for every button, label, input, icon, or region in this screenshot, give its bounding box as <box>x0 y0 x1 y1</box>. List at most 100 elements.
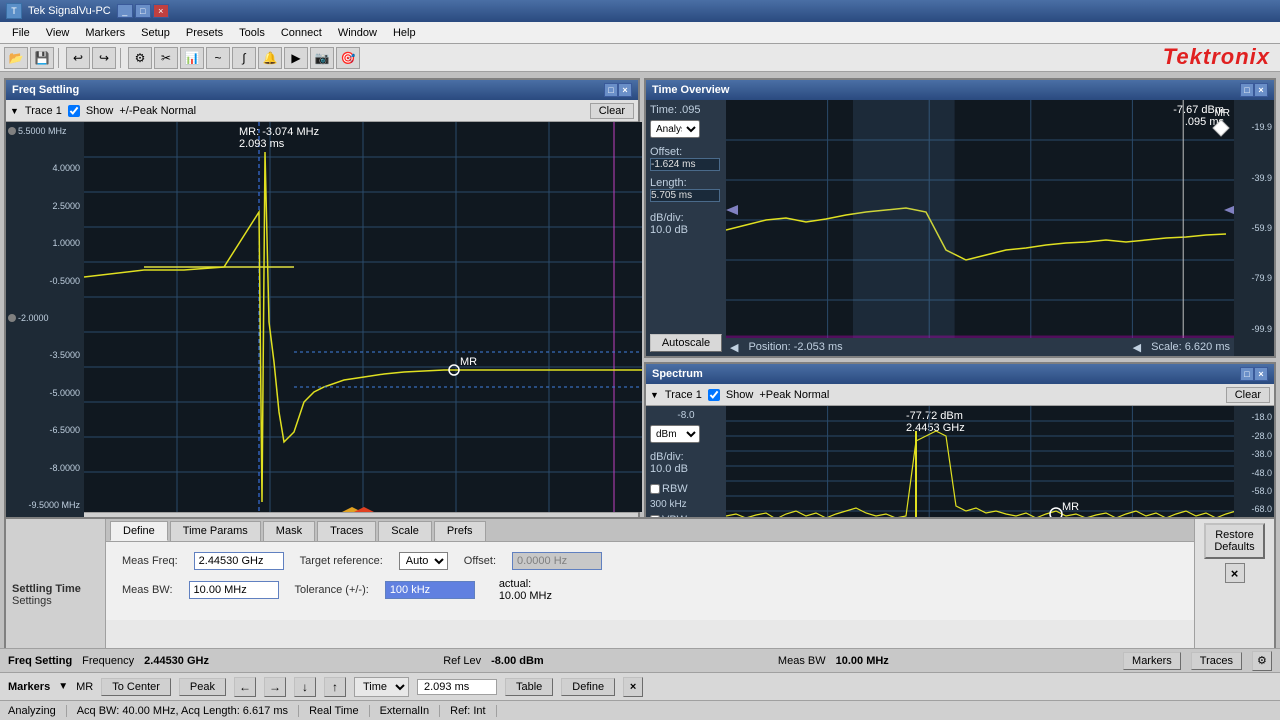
spectrum-clear-button[interactable]: Clear <box>1226 387 1270 403</box>
y-label-9: -6.5000 <box>8 425 82 435</box>
marker-time-select[interactable]: Time <box>354 677 409 697</box>
menu-presets[interactable]: Presets <box>178 25 231 41</box>
menu-tools[interactable]: Tools <box>231 25 273 41</box>
menu-markers[interactable]: Markers <box>77 25 133 41</box>
tab-scale[interactable]: Scale <box>378 521 432 541</box>
markers-expand-icon[interactable]: ▼ <box>58 681 68 692</box>
marker-define-button[interactable]: Define <box>561 678 615 696</box>
freq-settling-close-btn[interactable]: × <box>618 83 632 97</box>
freq-chart-toolbar: ▼ Trace 1 Show +/-Peak Normal Clear <box>6 100 638 122</box>
time-label: Time: <box>650 104 677 116</box>
tab-traces[interactable]: Traces <box>317 521 376 541</box>
settings-btn[interactable]: ⚙ <box>128 47 152 69</box>
real-time-label: Real Time <box>309 705 359 717</box>
db-div-val: 10.0 dB <box>650 224 722 236</box>
nav-up-button[interactable]: ↑ <box>324 677 346 697</box>
y-label-bottom: -9.5000 MHz <box>8 500 82 510</box>
nav-left-button[interactable]: ← <box>234 677 256 697</box>
redo-btn[interactable]: ↪ <box>92 47 116 69</box>
freq-gear-button[interactable]: ⚙ <box>1252 651 1272 671</box>
analysis-select[interactable]: Analysis <box>650 120 700 138</box>
spectrum-title: Spectrum <box>652 368 1240 380</box>
target-ref-select[interactable]: Auto <box>399 552 448 570</box>
menu-help[interactable]: Help <box>385 25 424 41</box>
save-btn[interactable]: 💾 <box>30 47 54 69</box>
bell-btn[interactable]: 🔔 <box>258 47 282 69</box>
restore-defaults-button[interactable]: RestoreDefaults <box>1204 523 1264 559</box>
chart-btn[interactable]: 📊 <box>180 47 204 69</box>
tab-mask[interactable]: Mask <box>263 521 315 541</box>
tab-time-params[interactable]: Time Params <box>170 521 261 541</box>
spectrum-trace1-label: Trace 1 <box>665 389 702 401</box>
marker-close-button[interactable]: × <box>623 677 643 697</box>
y-label-4: 1.0000 <box>8 238 82 248</box>
tab-define[interactable]: Define <box>110 521 168 541</box>
time-overview-restore-btn[interactable]: □ <box>1240 83 1254 97</box>
time-overview-svg <box>726 100 1234 356</box>
spectrum-show-checkbox[interactable] <box>708 389 720 401</box>
minimize-button[interactable]: _ <box>117 4 133 18</box>
to-center-button[interactable]: To Center <box>101 678 171 696</box>
rbw-checkbox[interactable] <box>650 484 660 494</box>
spectrum-restore-btn[interactable]: □ <box>1240 367 1254 381</box>
freq-markers-button[interactable]: Markers <box>1123 652 1181 670</box>
settings-close-button[interactable]: × <box>1225 563 1245 583</box>
menubar: File View Markers Setup Presets Tools Co… <box>0 22 1280 44</box>
real-time-segment: Real Time <box>309 705 370 717</box>
meas-bw-input[interactable] <box>189 581 279 599</box>
menu-file[interactable]: File <box>4 25 38 41</box>
acq-info-segment: Acq BW: 40.00 MHz, Acq Length: 6.617 ms <box>77 705 299 717</box>
time-overview-close-btn[interactable]: × <box>1254 83 1268 97</box>
freq-val: 2.44530 GHz <box>144 655 209 667</box>
length-input[interactable] <box>650 189 720 202</box>
menu-setup[interactable]: Setup <box>133 25 178 41</box>
show-checkbox[interactable] <box>68 105 80 117</box>
time-y-4: -79.9 <box>1236 273 1272 283</box>
time-overview-panel: Time Overview □ × Time: .095 Analysis Of… <box>644 78 1276 358</box>
nav-right-button[interactable]: → <box>264 677 286 697</box>
settings-tabs: Define Time Params Mask Traces Scale Pre… <box>106 519 1194 542</box>
table-button[interactable]: Table <box>505 678 553 696</box>
spectrum-unit-select[interactable]: dBm <box>650 425 700 443</box>
integral-btn[interactable]: ∫ <box>232 47 256 69</box>
spectrum-close-btn[interactable]: × <box>1254 367 1268 381</box>
freq-settling-titlebar: Freq Settling □ × <box>6 80 638 100</box>
target-btn[interactable]: 🎯 <box>336 47 360 69</box>
mr-freq-label: MR: -3.074 MHz <box>239 126 319 138</box>
clear-button[interactable]: Clear <box>590 103 634 119</box>
offset-input[interactable] <box>512 552 602 570</box>
play-btn[interactable]: ▶ <box>284 47 308 69</box>
actual-label: actual: <box>499 578 552 590</box>
menu-connect[interactable]: Connect <box>273 25 330 41</box>
y-label-3: 2.5000 <box>8 201 82 211</box>
camera-btn[interactable]: 📷 <box>310 47 334 69</box>
open-btn[interactable]: 📂 <box>4 47 28 69</box>
spectrum-peak-mode-label: +Peak Normal <box>759 389 829 401</box>
time-y-1: -19.9 <box>1236 122 1272 132</box>
position-drag-icon[interactable] <box>8 127 16 135</box>
undo-btn[interactable]: ↩ <box>66 47 90 69</box>
tolerance-input[interactable] <box>385 581 475 599</box>
meas-freq-input[interactable] <box>194 552 284 570</box>
maximize-button[interactable]: □ <box>135 4 151 18</box>
wave-btn[interactable]: ~ <box>206 47 230 69</box>
offset-input[interactable] <box>650 158 720 171</box>
tab-prefs[interactable]: Prefs <box>434 521 486 541</box>
window-controls[interactable]: _ □ × <box>117 4 169 18</box>
cut-btn[interactable]: ✂ <box>154 47 178 69</box>
menu-window[interactable]: Window <box>330 25 385 41</box>
freq-traces-button[interactable]: Traces <box>1191 652 1242 670</box>
nav-down-button[interactable]: ↓ <box>294 677 316 697</box>
svg-text:MR: MR <box>1062 501 1079 513</box>
meas-bw-label: Meas BW: <box>122 584 173 596</box>
peak-mode-label: +/-Peak Normal <box>119 105 196 117</box>
peak-button[interactable]: Peak <box>179 678 226 696</box>
close-button[interactable]: × <box>153 4 169 18</box>
ref-lev-val: -8.00 dBm <box>491 655 544 667</box>
time-scale-val: Scale: 6.620 ms <box>1151 341 1230 353</box>
time-autoscale-button[interactable]: Autoscale <box>650 334 722 352</box>
menu-view[interactable]: View <box>38 25 78 41</box>
position-drag-icon-2[interactable] <box>8 314 16 322</box>
freq-settling-restore-btn[interactable]: □ <box>604 83 618 97</box>
tolerance-label: Tolerance (+/-): <box>295 584 369 596</box>
